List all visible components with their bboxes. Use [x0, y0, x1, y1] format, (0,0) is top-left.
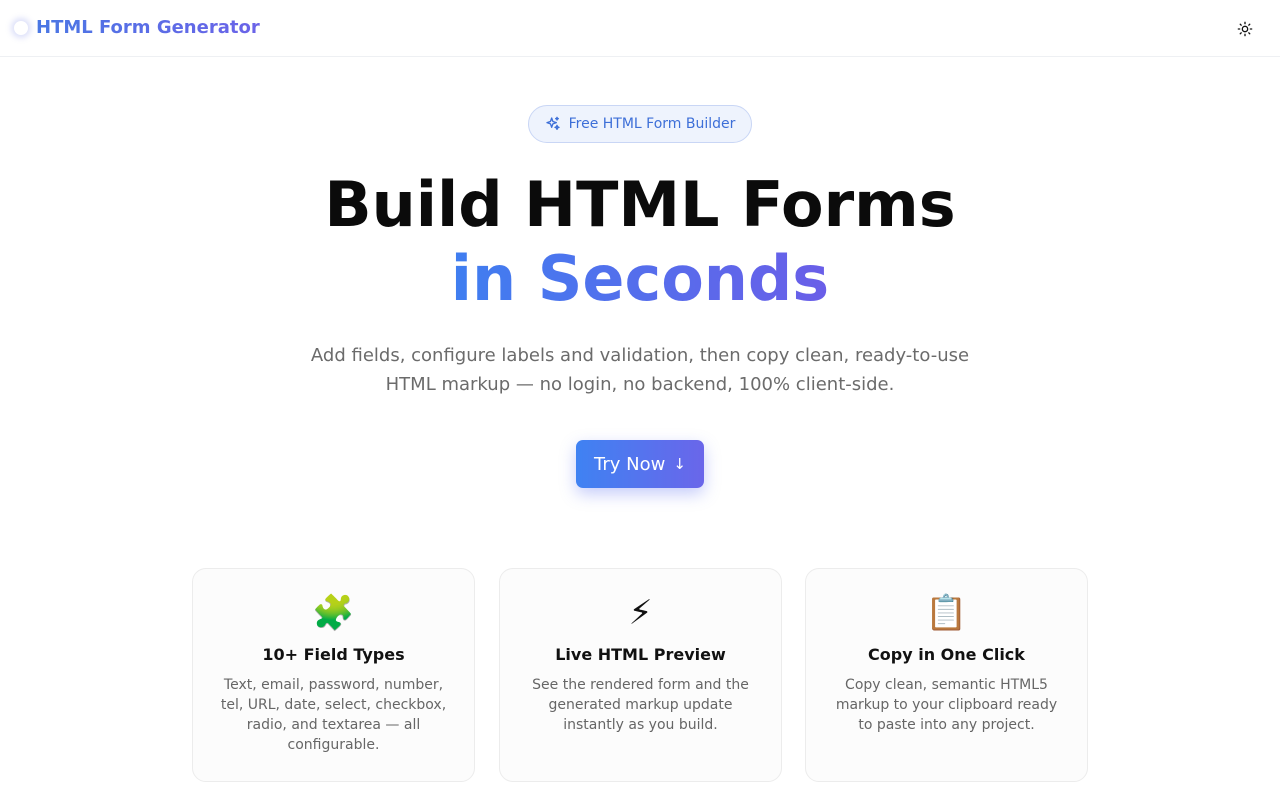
hero-title-highlight-text: in Seconds	[450, 242, 830, 315]
feature-card-field-types: 🧩 10+ Field Types Text, email, password,…	[192, 568, 475, 782]
feature-card-copy: 📋 Copy in One Click Copy clean, semantic…	[805, 568, 1088, 782]
logo-icon	[14, 20, 28, 35]
try-now-label: Try Now	[594, 453, 666, 475]
hero-badge: Free HTML Form Builder	[528, 105, 752, 143]
feature-card-live-preview: ⚡ Live HTML Preview See the rendered for…	[499, 568, 782, 782]
app-name: HTML Form Generator	[36, 17, 260, 38]
hero-badge-label: Free HTML Form Builder	[568, 116, 736, 132]
feature-title: Live HTML Preview	[555, 645, 726, 664]
hero-title-highlight: in Seconds	[0, 241, 1280, 317]
try-now-button[interactable]: Try Now ↓	[576, 440, 704, 488]
hero-title: Build HTML Forms	[324, 168, 956, 241]
puzzle-icon: 🧩	[312, 593, 355, 633]
arrow-down-icon: ↓	[673, 455, 686, 473]
hero-subtitle: Add fields, configure labels and validat…	[310, 345, 970, 395]
feature-description: Text, email, password, number, tel, URL,…	[220, 677, 447, 753]
lightning-icon: ⚡	[628, 593, 653, 633]
theme-toggle-button[interactable]	[1234, 18, 1256, 40]
clipboard-icon: 📋	[925, 593, 968, 633]
sun-icon	[1237, 21, 1253, 37]
feature-description: See the rendered form and the generated …	[532, 677, 749, 733]
brand-link[interactable]: HTML Form Generator	[14, 17, 260, 38]
top-navbar: HTML Form Generator	[0, 0, 1280, 57]
feature-title: Copy in One Click	[868, 645, 1025, 664]
sparkles-icon	[545, 116, 560, 130]
feature-title: 10+ Field Types	[262, 645, 405, 664]
feature-description: Copy clean, semantic HTML5 markup to you…	[835, 677, 1058, 733]
